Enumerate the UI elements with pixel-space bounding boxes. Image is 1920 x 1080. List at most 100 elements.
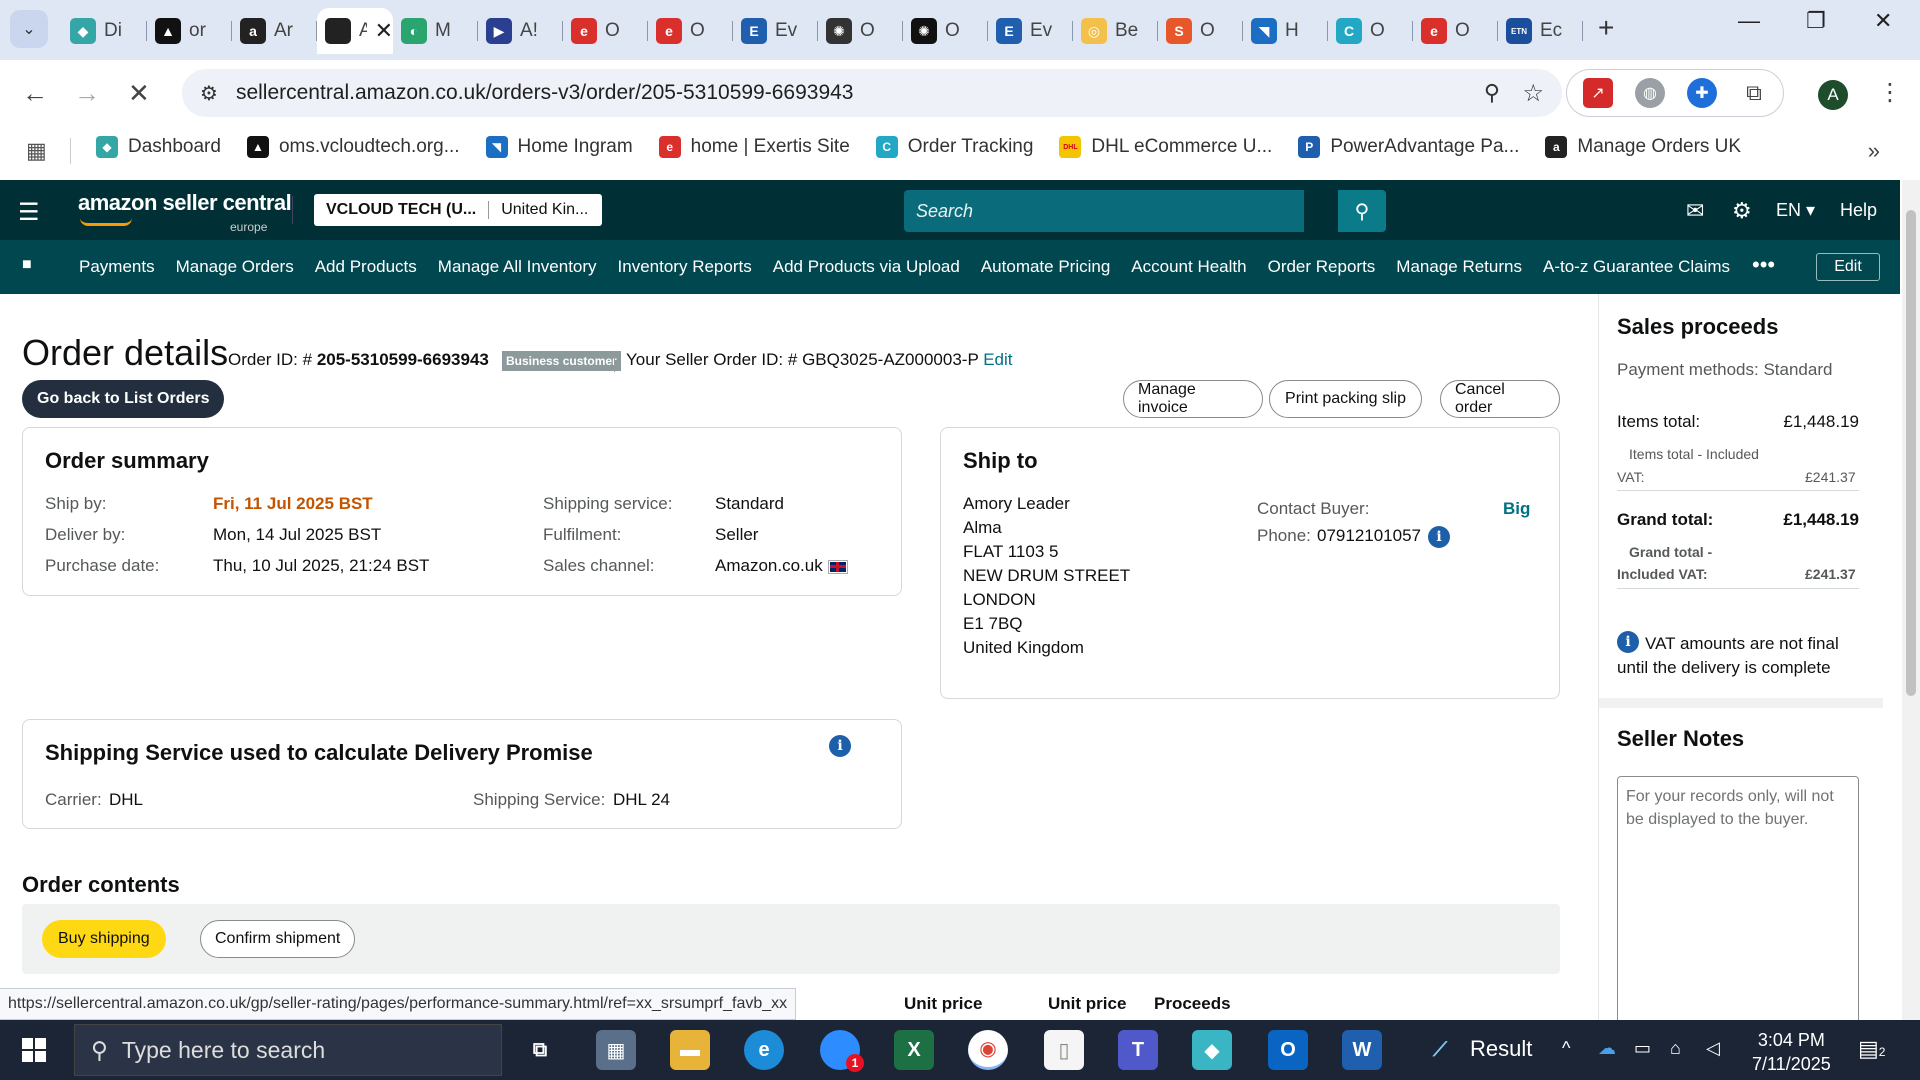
browser-tab[interactable]: eO — [563, 8, 648, 54]
outlook-icon[interactable]: O — [1268, 1030, 1308, 1070]
nav-item[interactable]: Manage Returns — [1396, 257, 1522, 277]
profile-avatar[interactable]: A — [1818, 80, 1848, 110]
teams-icon[interactable]: T — [1118, 1030, 1158, 1070]
excel-icon[interactable]: X — [894, 1030, 934, 1070]
nav-item[interactable]: Add Products — [315, 257, 417, 277]
buy-shipping-button[interactable]: Buy shipping — [42, 920, 166, 958]
pdf-extension-icon[interactable]: ↗ — [1583, 78, 1613, 108]
nav-edit-button[interactable]: Edit — [1816, 253, 1880, 281]
browser-tab[interactable]: ✺ O — [818, 8, 903, 54]
nav-item[interactable]: A-to-z Guarantee Claims — [1543, 257, 1730, 277]
nav-item[interactable]: Manage Orders — [176, 257, 294, 277]
edge-browser-icon[interactable]: e — [744, 1030, 784, 1070]
browser-tab[interactable]: Ar ✕ — [317, 8, 393, 54]
shield-extension-icon[interactable]: ✚ — [1687, 78, 1717, 108]
manage-invoice-button[interactable]: Manage invoice — [1123, 380, 1263, 418]
forward-button[interactable]: → — [74, 78, 100, 109]
task-view-icon[interactable]: ⧉ — [520, 1030, 560, 1070]
back-to-list-orders-button[interactable]: Go back to List Orders — [22, 380, 225, 418]
hamburger-menu-icon[interactable]: ☰ — [18, 198, 40, 227]
bookmark-icon[interactable]: ■ — [22, 256, 32, 274]
new-tab-button[interactable]: + — [1598, 12, 1614, 44]
network-icon[interactable]: ⌂ — [1670, 1038, 1681, 1059]
cricket-widget-icon[interactable]: ⟋ — [1420, 1030, 1460, 1070]
bookmark-star-icon[interactable]: ☆ — [1522, 79, 1544, 108]
browser-tab[interactable]: ◥ H — [1243, 8, 1328, 54]
bookmark-item[interactable]: P PowerAdvantage Pa... — [1298, 136, 1519, 158]
calculator-icon[interactable]: ▦ — [596, 1030, 636, 1070]
nav-item[interactable]: Add Products via Upload — [773, 257, 960, 277]
page-scrollbar[interactable] — [1902, 180, 1920, 1020]
cancel-order-button[interactable]: Cancel order — [1440, 380, 1560, 418]
taskbar-clock[interactable]: 3:04 PM 7/11/2025 — [1752, 1028, 1831, 1076]
close-tab-icon[interactable]: ✕ — [375, 18, 393, 44]
browser-tab[interactable]: ▶ A! — [478, 8, 563, 54]
account-switcher[interactable]: VCLOUD TECH (U... United Kin... — [314, 194, 602, 226]
zoom-app-icon[interactable]: 1 — [820, 1030, 864, 1072]
file-explorer-icon[interactable]: ▬ — [670, 1030, 710, 1070]
browser-menu-icon[interactable]: ⋮ — [1878, 78, 1902, 107]
print-packing-slip-button[interactable]: Print packing slip — [1269, 380, 1422, 418]
bookmark-item[interactable]: C Order Tracking — [875, 136, 1033, 158]
app-diamond-icon[interactable]: ◆ — [1192, 1030, 1232, 1070]
chrome-icon[interactable]: ◉ — [968, 1030, 1008, 1070]
browser-tab[interactable]: E Ev — [733, 8, 818, 54]
battery-icon[interactable]: ▭ — [1634, 1038, 1651, 1059]
settings-gear-icon[interactable]: ⚙ — [1732, 198, 1752, 224]
browser-tab[interactable]: ✺ O — [903, 8, 988, 54]
header-search-input[interactable]: Search — [904, 190, 1304, 232]
browser-tab[interactable]: CO — [1328, 8, 1413, 54]
browser-tab[interactable]: ETN Ec — [1498, 8, 1583, 54]
apps-grid-icon[interactable]: ▦ — [26, 138, 47, 164]
edit-seller-order-id-link[interactable]: Edit — [983, 350, 1012, 369]
nav-more-icon[interactable]: ••• — [1752, 252, 1775, 278]
help-link[interactable]: Help — [1840, 200, 1877, 221]
bookmark-item[interactable]: DHL DHL eCommerce U... — [1059, 136, 1272, 158]
windows-start-icon[interactable] — [22, 1038, 46, 1062]
language-selector[interactable]: EN ▾ — [1776, 200, 1815, 221]
phone-info-icon[interactable]: i — [1428, 526, 1450, 548]
globe-extension-icon[interactable]: ◍ — [1635, 78, 1665, 108]
browser-tab[interactable]: ◎ Be — [1073, 8, 1158, 54]
nav-item[interactable]: Order Reports — [1268, 257, 1376, 277]
back-button[interactable]: ← — [22, 78, 48, 109]
close-window-button[interactable]: ✕ — [1874, 8, 1892, 34]
address-bar[interactable]: ⚙ sellercentral.amazon.co.uk/orders-v3/o… — [182, 69, 1562, 117]
browser-tab[interactable]: ◆ Di — [62, 8, 147, 54]
nav-item[interactable]: Manage All Inventory — [438, 257, 597, 277]
bookmark-item[interactable]: a Manage Orders UK — [1545, 136, 1741, 158]
site-info-icon[interactable]: ⚙ — [200, 81, 218, 106]
bookmark-item[interactable]: ◥ Home Ingram — [485, 136, 633, 158]
nav-item[interactable]: Automate Pricing — [981, 257, 1110, 277]
browser-tab[interactable]: SO — [1158, 8, 1243, 54]
bookmarks-overflow-icon[interactable]: » — [1868, 138, 1880, 164]
minimize-button[interactable]: — — [1738, 8, 1760, 34]
notepad-icon[interactable]: ▯ — [1044, 1030, 1084, 1070]
tab-search-button[interactable]: ⌄ — [10, 10, 48, 48]
browser-tab[interactable]: eO — [648, 8, 733, 54]
browser-tab[interactable]: eO — [1413, 8, 1498, 54]
browser-tab[interactable]: E Ev — [988, 8, 1073, 54]
seller-notes-textarea[interactable]: For your records only, will not be displ… — [1617, 776, 1859, 1036]
widget-label[interactable]: Result — [1470, 1036, 1532, 1062]
zoom-icon[interactable]: ⚲ — [1484, 80, 1500, 106]
restore-button[interactable]: ❐ — [1806, 8, 1826, 34]
browser-tab[interactable]: ◐ M — [393, 8, 478, 54]
notifications-icon[interactable]: ▤2 — [1858, 1036, 1885, 1062]
onedrive-icon[interactable]: ☁ — [1598, 1038, 1616, 1059]
browser-tab[interactable]: a Ar — [232, 8, 317, 54]
stop-loading-button[interactable]: ✕ — [128, 78, 150, 109]
nav-item[interactable]: Inventory Reports — [618, 257, 752, 277]
confirm-shipment-button[interactable]: Confirm shipment — [200, 920, 356, 958]
bookmark-item[interactable]: ▲ oms.vcloudtech.org... — [246, 136, 460, 158]
nav-item[interactable]: Account Health — [1131, 257, 1246, 277]
tray-chevron-icon[interactable]: ^ — [1562, 1038, 1570, 1059]
bookmark-item[interactable]: ◆ Dashboard — [96, 136, 221, 158]
mail-icon[interactable]: ✉ — [1686, 198, 1704, 224]
nav-item[interactable]: Payments — [79, 257, 155, 277]
word-icon[interactable]: W — [1342, 1030, 1382, 1070]
puzzle-icon[interactable]: ⧉ — [1739, 78, 1769, 108]
contact-buyer-link[interactable]: Big — [1503, 499, 1530, 519]
delivery-promise-info-icon[interactable]: i — [829, 735, 851, 757]
header-search-button[interactable]: ⚲ — [1338, 190, 1386, 232]
